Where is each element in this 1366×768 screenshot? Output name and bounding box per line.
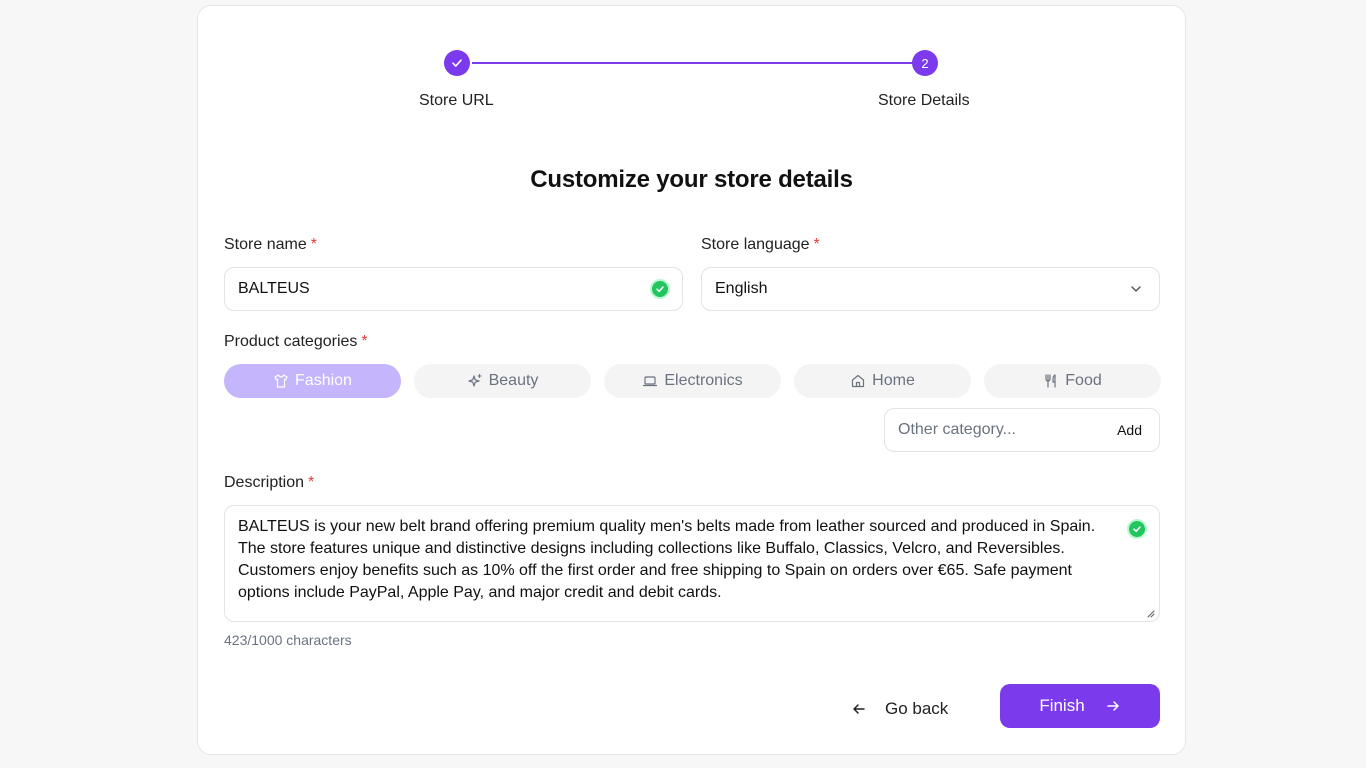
house-icon <box>852 374 865 388</box>
step-1-indicator <box>444 50 470 76</box>
description-label: Description * <box>224 474 314 492</box>
finish-label: Finish <box>1039 696 1085 715</box>
category-chip-label: Fashion <box>295 372 352 389</box>
other-category-input[interactable] <box>898 421 1098 439</box>
chevron-down-icon <box>1131 286 1141 292</box>
store-name-label: Store name * <box>224 236 317 254</box>
go-back-button[interactable]: Go back <box>851 694 948 724</box>
category-chip-label: Beauty <box>488 372 539 389</box>
arrow-right-icon <box>1106 701 1119 711</box>
description-textarea[interactable]: BALTEUS is your new belt brand offering … <box>224 505 1160 622</box>
store-language-select[interactable]: English <box>701 267 1160 311</box>
category-chip-beauty[interactable]: Beauty <box>414 364 591 398</box>
store-setup-card: 2 Store URL Store Details Customize your… <box>197 5 1186 755</box>
check-icon <box>656 286 664 293</box>
go-back-label: Go back <box>885 699 949 718</box>
character-count: 423/1000 characters <box>224 632 352 648</box>
store-name-label-text: Store name <box>224 236 307 253</box>
step-2-number: 2 <box>921 55 929 71</box>
category-chip-label: Electronics <box>664 372 743 389</box>
category-chip-fashion[interactable]: Fashion <box>224 364 401 398</box>
stepper-progress-line <box>472 62 914 64</box>
resize-handle-icon[interactable] <box>1145 608 1155 618</box>
required-mark: * <box>361 333 368 350</box>
description-label-text: Description <box>224 474 305 491</box>
required-mark: * <box>310 236 317 253</box>
laptop-icon <box>643 376 658 387</box>
required-mark: * <box>813 236 820 253</box>
check-icon <box>452 59 462 67</box>
add-category-button[interactable]: Add <box>1117 422 1142 438</box>
step-2-indicator: 2 <box>912 50 938 76</box>
other-category-field: Add <box>884 408 1160 452</box>
product-categories-label-text: Product categories <box>224 333 358 350</box>
category-chip-label: Home <box>872 372 915 389</box>
shirt-icon <box>274 374 288 388</box>
step-1-label: Store URL <box>419 92 494 109</box>
store-name-input[interactable]: BALTEUS <box>224 267 683 311</box>
store-language-label: Store language * <box>701 236 820 254</box>
category-chip-home[interactable]: Home <box>794 364 971 398</box>
arrow-left-icon <box>853 704 865 714</box>
category-chip-food[interactable]: Food <box>984 364 1161 398</box>
step-2-label: Store Details <box>878 92 970 109</box>
store-language-label-text: Store language <box>701 236 810 253</box>
store-name-value: BALTEUS <box>238 280 310 297</box>
page-title: Customize your store details <box>530 166 853 193</box>
check-circle-icon <box>1127 519 1147 539</box>
product-categories-label: Product categories * <box>224 333 368 351</box>
required-mark: * <box>308 474 315 491</box>
finish-button[interactable]: Finish <box>1000 684 1160 728</box>
utensils-icon <box>1045 374 1056 388</box>
category-chip-electronics[interactable]: Electronics <box>604 364 781 398</box>
store-language-value: English <box>715 280 768 297</box>
category-chip-label: Food <box>1065 372 1102 389</box>
check-icon <box>1133 526 1141 533</box>
check-circle-icon <box>650 279 670 299</box>
description-value: BALTEUS is your new belt brand offering … <box>238 518 1096 601</box>
sparkles-icon <box>467 373 482 387</box>
